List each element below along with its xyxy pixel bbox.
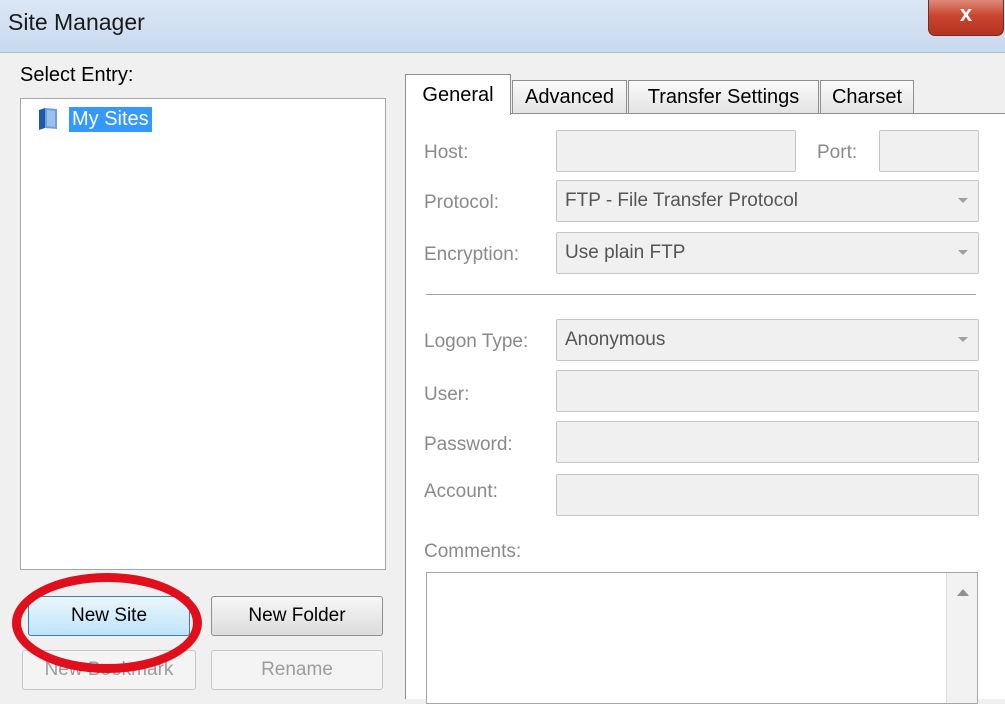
new-bookmark-button[interactable]: New Bookmark	[22, 650, 196, 690]
select-entry-label: Select Entry:	[20, 64, 134, 86]
tree-item-my-sites[interactable]: My Sites	[35, 105, 152, 133]
tab-transfer-settings[interactable]: Transfer Settings	[628, 80, 819, 113]
port-label: Port:	[817, 142, 858, 163]
chevron-down-icon	[958, 250, 968, 255]
site-tree[interactable]: My Sites	[20, 98, 386, 570]
encryption-select[interactable]: Use plain FTP	[556, 232, 979, 274]
tab-general[interactable]: General	[405, 74, 511, 115]
rename-button[interactable]: Rename	[211, 650, 383, 690]
user-input[interactable]	[556, 370, 979, 412]
password-label: Password:	[424, 434, 513, 455]
tree-item-label: My Sites	[69, 106, 152, 132]
new-folder-button[interactable]: New Folder	[211, 596, 383, 636]
chevron-down-icon	[958, 337, 968, 342]
host-input[interactable]	[556, 130, 796, 172]
logon-type-select[interactable]: Anonymous	[556, 319, 979, 361]
chevron-down-icon	[958, 198, 968, 203]
divider	[426, 294, 976, 296]
protocol-label: Protocol:	[424, 192, 499, 213]
protocol-value: FTP - File Transfer Protocol	[565, 190, 798, 211]
new-site-button[interactable]: New Site	[28, 596, 190, 636]
user-label: User:	[424, 384, 470, 405]
logon-type-value: Anonymous	[565, 329, 666, 350]
port-input[interactable]	[879, 130, 979, 172]
general-panel: Host: Port: Protocol: FTP - File Transfe…	[405, 113, 1005, 704]
host-label: Host:	[424, 142, 469, 163]
tab-advanced[interactable]: Advanced	[512, 80, 627, 113]
comments-textarea[interactable]	[426, 572, 978, 704]
folder-icon	[39, 108, 57, 130]
logon-type-label: Logon Type:	[424, 331, 529, 352]
encryption-value: Use plain FTP	[565, 242, 686, 263]
comments-label: Comments:	[424, 541, 522, 562]
vertical-scrollbar[interactable]	[946, 573, 977, 703]
tab-charset[interactable]: Charset	[820, 80, 914, 113]
account-input[interactable]	[556, 474, 979, 516]
password-input[interactable]	[556, 421, 979, 463]
encryption-label: Encryption:	[424, 244, 520, 265]
close-icon: x	[959, 1, 973, 26]
title-bar: Site Manager x	[0, 0, 1005, 53]
close-button[interactable]: x	[928, 0, 1004, 36]
scroll-up-icon[interactable]	[957, 589, 969, 596]
account-label: Account:	[424, 481, 498, 502]
window-title: Site Manager	[8, 9, 145, 35]
protocol-select[interactable]: FTP - File Transfer Protocol	[556, 180, 979, 222]
